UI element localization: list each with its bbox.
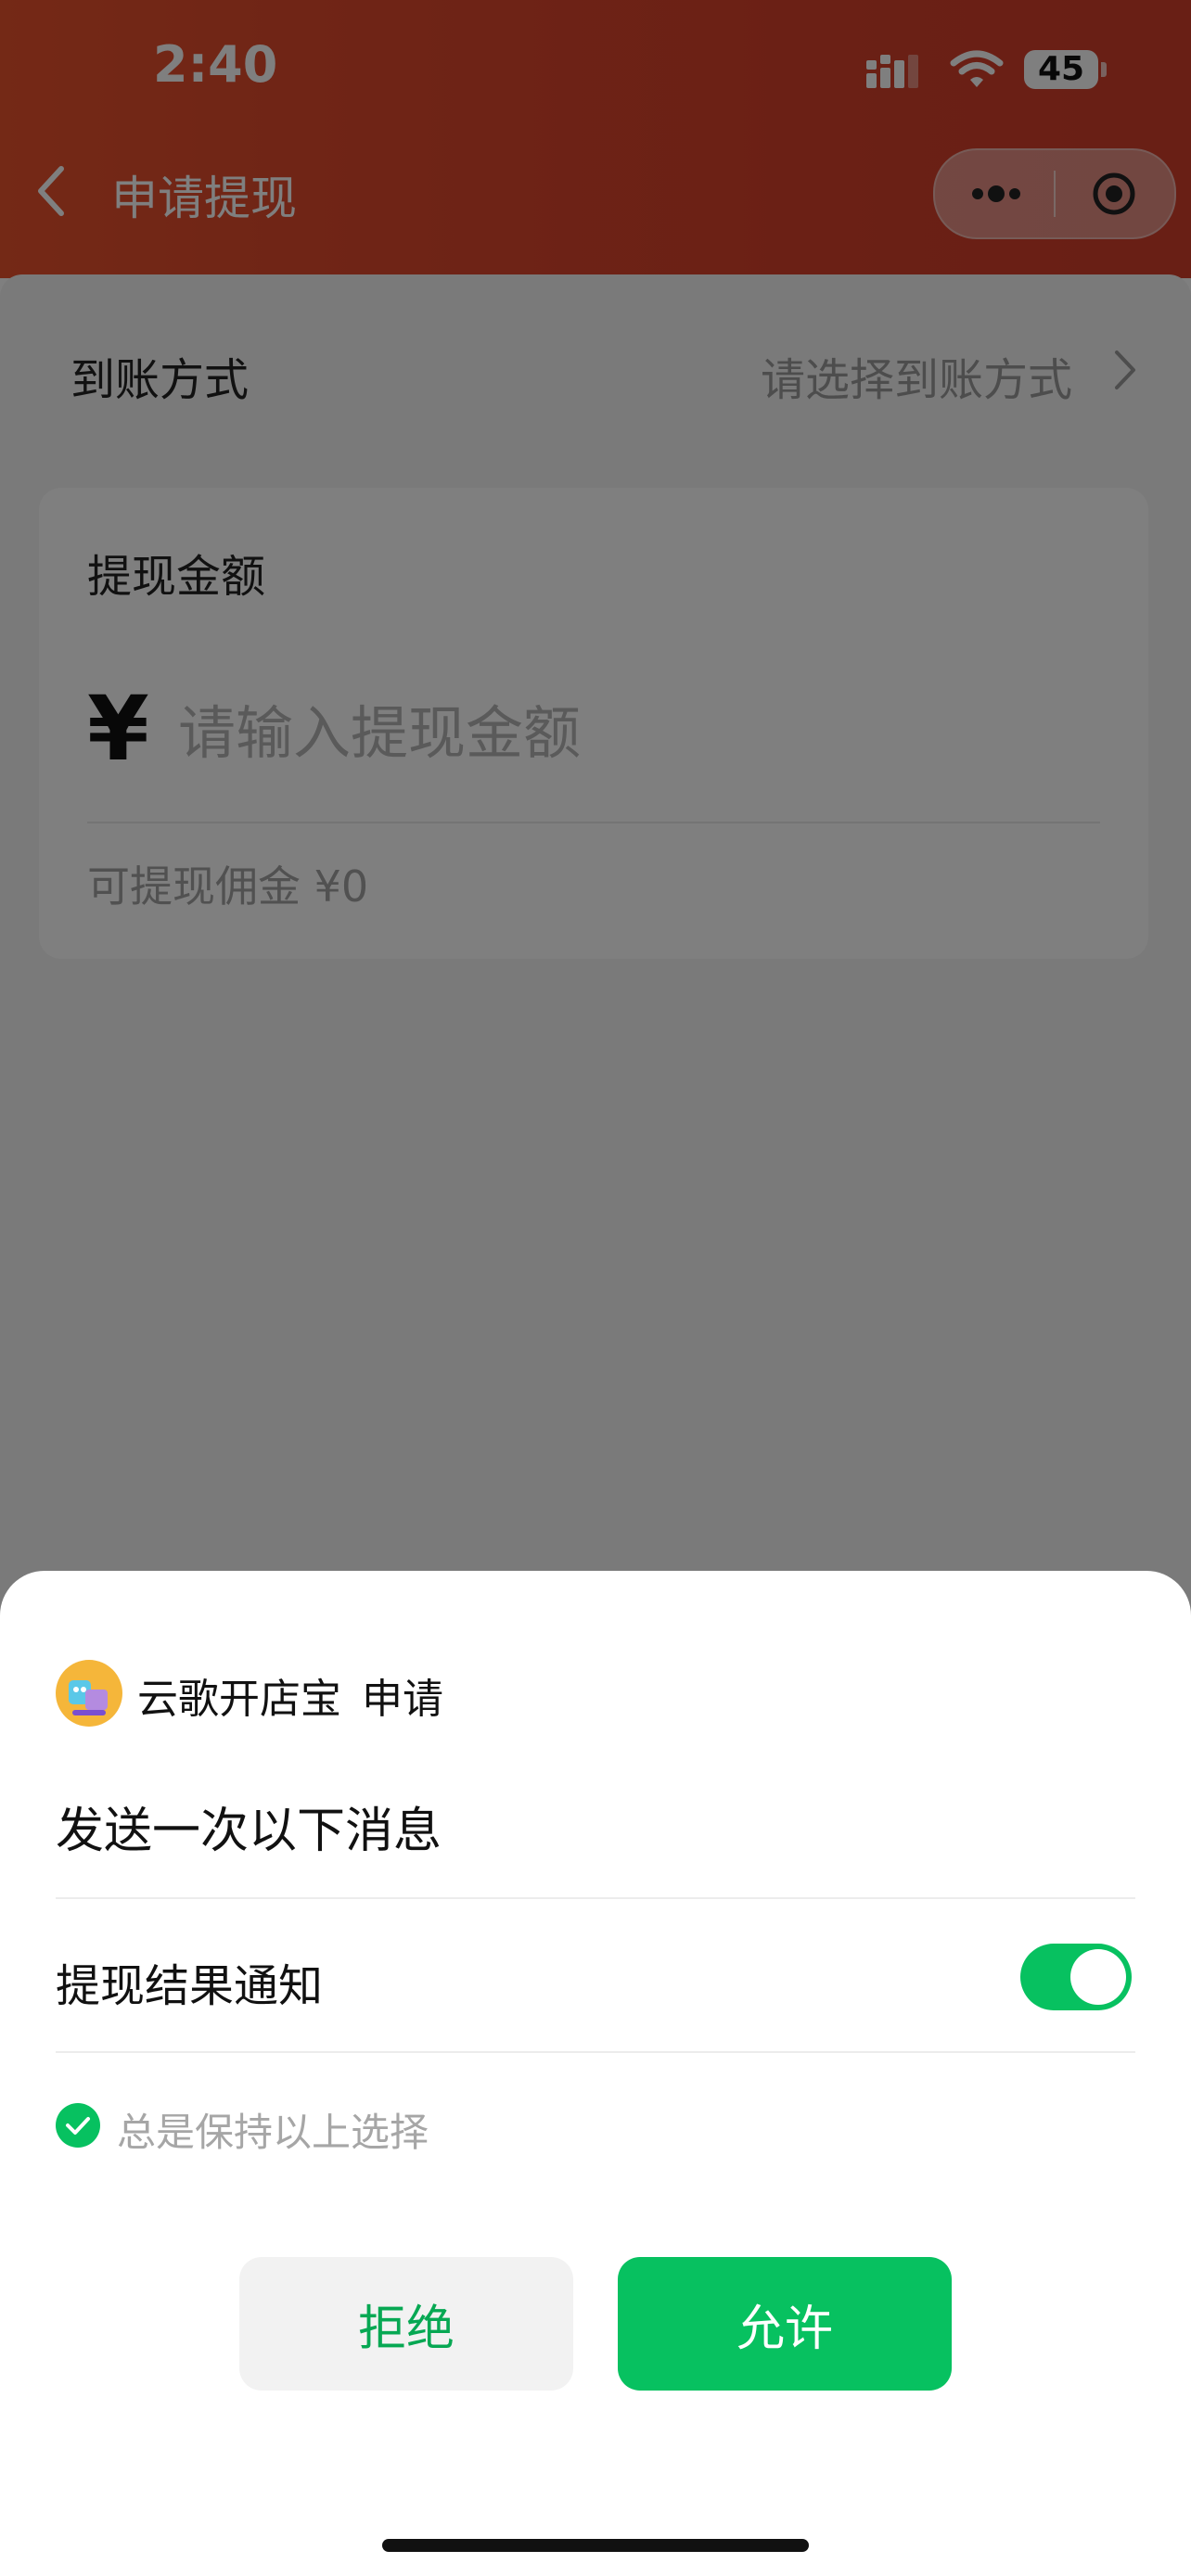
sheet-divider [56,1897,1135,1899]
subscribe-permission-sheet: 云歌开店宝 申请 发送一次以下消息 提现结果通知 总是保持以上选择 拒绝 允许 [0,1571,1191,2576]
reject-button[interactable]: 拒绝 [239,2257,573,2391]
request-word: 申请 [362,1676,443,1723]
allow-button[interactable]: 允许 [618,2257,952,2391]
home-indicator[interactable] [382,2539,809,2552]
keep-choice-label[interactable]: 总是保持以上选择 [117,2101,429,2158]
app-name: 云歌开店宝 [137,1676,341,1723]
subscription-label: 提现结果通知 [56,1960,324,2012]
sheet-divider [56,2051,1135,2053]
sheet-heading: 发送一次以下消息 [56,1804,442,1859]
check-circle-icon[interactable] [56,2103,100,2148]
subscription-toggle[interactable] [1020,1944,1132,2010]
toggle-knob [1070,1949,1126,2005]
app-request-line: 云歌开店宝 申请 [137,1665,443,1725]
app-logo-icon [56,1660,122,1727]
